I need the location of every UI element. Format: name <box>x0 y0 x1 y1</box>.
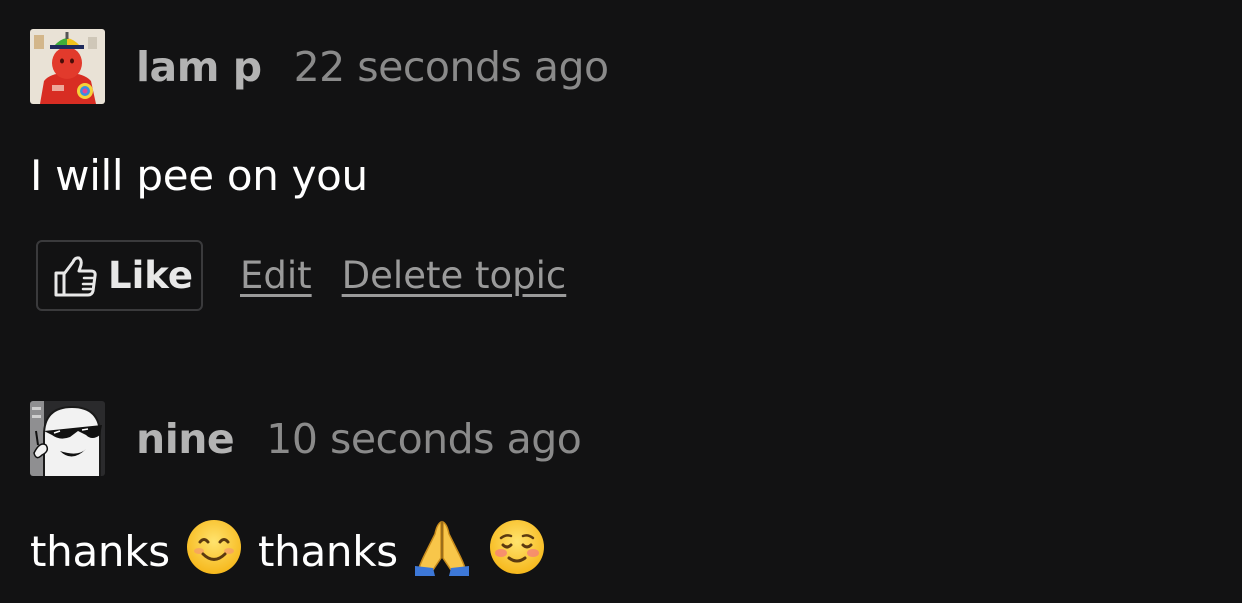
author-name[interactable]: lam p <box>136 43 262 91</box>
delete-topic-link[interactable]: Delete topic <box>342 254 567 297</box>
like-button[interactable]: Like <box>36 240 203 311</box>
post-actions: Like Edit Delete topic <box>36 240 566 311</box>
avatar[interactable] <box>30 29 105 104</box>
ghost-sunglasses-avatar-icon <box>30 401 105 476</box>
post-timestamp[interactable]: 10 seconds ago <box>266 415 582 463</box>
comment-post: lam p 22 seconds ago I will pee on you L… <box>30 29 1210 311</box>
comment-post: nine 10 seconds ago thanks thanks <box>30 401 1210 582</box>
red-character-avatar-icon <box>30 29 105 104</box>
thumbs-up-icon <box>54 255 97 296</box>
like-label: Like <box>108 254 193 297</box>
relieved-smiling-face-emoji-icon <box>489 520 544 574</box>
author-name[interactable]: nine <box>136 415 235 463</box>
body-text: thanks <box>257 527 398 576</box>
post-body: I will pee on you <box>30 151 368 200</box>
folded-hands-emoji-icon <box>414 520 469 576</box>
post-timestamp[interactable]: 22 seconds ago <box>294 43 610 91</box>
post-body: thanks thanks <box>30 518 1210 582</box>
edit-link[interactable]: Edit <box>240 254 312 297</box>
avatar[interactable] <box>30 401 105 476</box>
smiling-face-emoji-icon <box>186 520 241 574</box>
body-text: thanks <box>30 527 170 576</box>
post-header: lam p 22 seconds ago <box>30 29 1210 104</box>
post-header: nine 10 seconds ago <box>30 401 1210 476</box>
